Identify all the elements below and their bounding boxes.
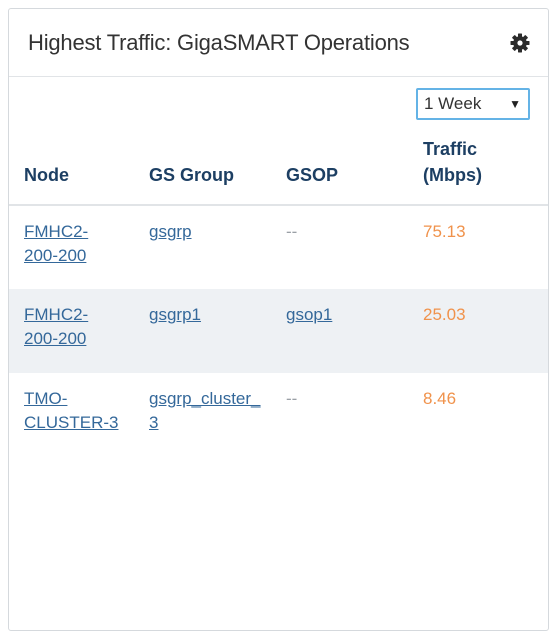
gsop-cell: -- <box>286 222 298 241</box>
traffic-value: 75.13 <box>423 222 466 241</box>
gs-group-cell: gsgrp_cluster_3 <box>149 373 286 457</box>
chevron-down-icon: ▼ <box>509 97 521 111</box>
node-cell: TMO-CLUSTER-3 <box>9 373 149 457</box>
time-range-value: 1 Week <box>424 94 482 113</box>
highest-traffic-widget: Highest Traffic: GigaSMART Operations 1 … <box>8 8 549 631</box>
node-link[interactable]: FMHC2-200-200 <box>24 220 102 268</box>
traffic-header-line2: (Mbps) <box>423 165 482 185</box>
column-header-gsop[interactable]: GSOP <box>286 125 423 205</box>
widget-controls: 1 Week ▼ <box>9 77 548 125</box>
gsop-cell: -- <box>286 389 298 408</box>
gsop-cell: gsop1 <box>286 289 423 373</box>
table-row: FMHC2-200-200 gsgrp1 gsop1 25.03 <box>9 289 548 373</box>
node-cell: FMHC2-200-200 <box>9 205 149 289</box>
time-range-select[interactable]: 1 Week ▼ <box>416 88 530 120</box>
node-link[interactable]: TMO-CLUSTER-3 <box>24 387 134 435</box>
gs-group-cell: gsgrp1 <box>149 289 286 373</box>
traffic-table: Node GS Group GSOP Traffic (Mbps) FMHC2-2… <box>9 125 548 457</box>
column-header-traffic[interactable]: Traffic (Mbps) <box>423 125 548 205</box>
gs-group-link[interactable]: gsgrp1 <box>149 305 201 324</box>
traffic-header-line1: Traffic <box>423 139 478 159</box>
widget-title: Highest Traffic: GigaSMART Operations <box>28 29 410 55</box>
gs-group-cell: gsgrp <box>149 205 286 289</box>
traffic-value: 25.03 <box>423 305 466 324</box>
gsop-link[interactable]: gsop1 <box>286 305 332 324</box>
table-header-row: Node GS Group GSOP Traffic (Mbps) <box>9 125 548 205</box>
gear-icon[interactable] <box>510 33 530 53</box>
traffic-value: 8.46 <box>423 389 457 408</box>
column-header-node[interactable]: Node <box>9 125 149 205</box>
gs-group-link[interactable]: gsgrp <box>149 222 192 241</box>
table-row: FMHC2-200-200 gsgrp -- 75.13 <box>9 205 548 289</box>
node-link[interactable]: FMHC2-200-200 <box>24 303 102 351</box>
column-header-gs-group[interactable]: GS Group <box>149 125 286 205</box>
table-row: TMO-CLUSTER-3 gsgrp_cluster_3 -- 8.46 <box>9 373 548 457</box>
widget-header: Highest Traffic: GigaSMART Operations <box>9 9 548 77</box>
node-cell: FMHC2-200-200 <box>9 289 149 373</box>
gs-group-link[interactable]: gsgrp_cluster_3 <box>149 387 267 435</box>
